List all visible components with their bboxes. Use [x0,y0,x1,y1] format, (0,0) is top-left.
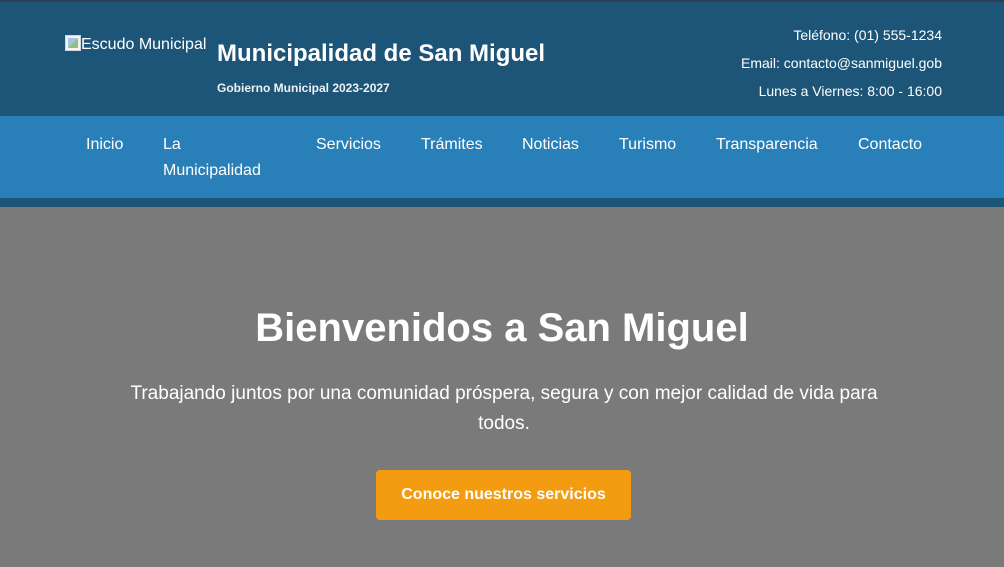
hero-title: Bienvenidos a San Miguel [255,306,749,350]
broken-image-icon [65,35,81,51]
hero-section: Bienvenidos a San Miguel Trabajando junt… [0,207,1004,567]
site-title: Municipalidad de San Miguel [217,40,546,67]
nav-item-inicio[interactable]: Inicio [86,132,123,158]
nav-item-tramites[interactable]: Trámites [421,132,483,158]
nav-bottom-strip [0,198,1004,207]
site-header: Escudo Municipal Municipalidad de San Mi… [0,0,1004,116]
main-navigation: Inicio La Municipalidad Servicios Trámit… [0,116,1004,198]
contact-hours: Lunes a Viernes: 8:00 - 16:00 [758,83,942,99]
municipal-logo[interactable]: Escudo Municipal [65,35,206,55]
nav-item-label-line2: Municipalidad [163,162,261,179]
contact-phone: Teléfono: (01) 555-1234 [793,27,942,43]
nav-item-turismo[interactable]: Turismo [619,132,676,158]
nav-item-contacto[interactable]: Contacto [858,132,922,158]
nav-item-noticias[interactable]: Noticias [522,132,579,158]
hero-text: Trabajando juntos por una comunidad prós… [130,383,878,434]
services-button[interactable]: Conoce nuestros servicios [376,470,631,520]
nav-item-transparencia[interactable]: Transparencia [716,132,818,158]
nav-item-servicios[interactable]: Servicios [316,132,381,158]
contact-email: Email: contacto@sanmiguel.gob [741,55,942,71]
logo-alt-text: Escudo Municipal [81,36,207,53]
nav-item-label-line1: La [163,136,181,153]
contact-info: Teléfono: (01) 555-1234 Email: contacto@… [741,24,942,108]
site-subtitle: Gobierno Municipal 2023-2027 [217,81,390,95]
nav-item-la-municipalidad[interactable]: La Municipalidad [163,132,261,184]
